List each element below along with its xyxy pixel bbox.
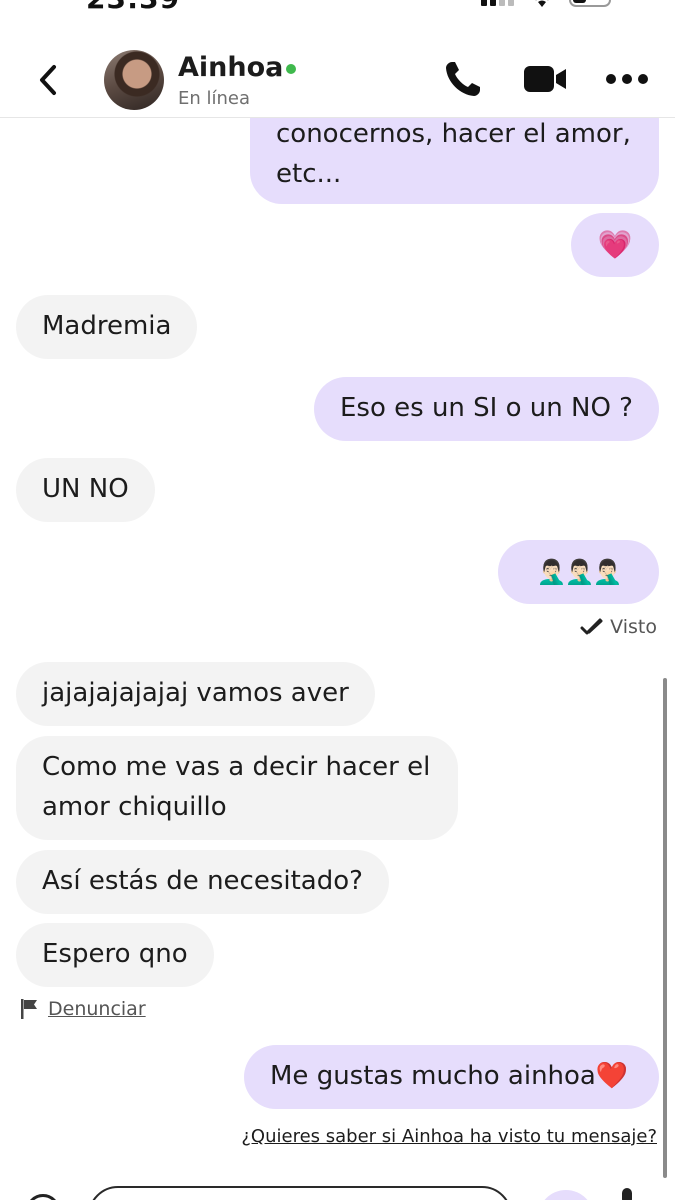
status-icons — [481, 0, 617, 10]
message-input[interactable] — [88, 1186, 512, 1200]
message-bubble-sent[interactable]: 🤦🏻‍♂️🤦🏻‍♂️🤦🏻‍♂️ — [498, 540, 659, 604]
message-bubble-received[interactable]: Espero qno — [16, 923, 214, 987]
message-bubble-received[interactable]: Así estás de necesitado? — [16, 850, 389, 914]
contact-status: En línea — [178, 88, 251, 109]
scrollbar[interactable] — [663, 678, 667, 1178]
message-bubble-received[interactable]: UN NO — [16, 458, 155, 522]
message-bubble-sent[interactable]: conocernos, hacer el amor, etc... — [250, 118, 659, 204]
message-bubble-sent[interactable]: Eso es un SI o un NO ? — [314, 377, 659, 441]
seen-upsell-link[interactable]: ¿Quieres saber si Ainhoa ha visto tu men… — [241, 1126, 657, 1147]
video-camera-icon — [524, 66, 566, 92]
seen-indicator: Visto — [580, 616, 657, 638]
double-check-icon — [580, 618, 603, 635]
report-link[interactable]: Denunciar — [48, 998, 146, 1020]
video-call-button[interactable] — [522, 56, 568, 102]
send-button[interactable] — [538, 1190, 594, 1200]
contact-name[interactable]: Ainhoa — [178, 52, 283, 83]
message-bubble-received[interactable]: jajajajajajaj vamos aver — [16, 662, 375, 726]
flag-icon — [21, 999, 37, 1019]
seen-label: Visto — [610, 616, 657, 638]
emoji-icon[interactable] — [26, 1194, 60, 1200]
battery-icon — [569, 0, 611, 7]
phone-icon — [446, 62, 480, 96]
report-row: Denunciar — [20, 998, 146, 1020]
message-list[interactable]: conocernos, hacer el amor, etc... 💗 Madr… — [0, 118, 675, 1180]
chat-header: Ainhoa En línea — [0, 40, 675, 118]
back-button[interactable] — [30, 60, 66, 100]
signal-icon — [481, 0, 514, 6]
wifi-icon — [535, 0, 549, 7]
more-dots-icon — [606, 74, 648, 84]
more-options-button[interactable] — [604, 56, 650, 102]
message-bubble-received[interactable]: Madremia — [16, 295, 198, 359]
message-bubble-received[interactable]: Como me vas a decir hacer el amor chiqui… — [16, 736, 458, 840]
call-button[interactable] — [440, 56, 486, 102]
status-time: 23:39 — [86, 0, 180, 15]
online-indicator — [286, 64, 296, 74]
microphone-icon[interactable] — [622, 1188, 632, 1200]
composer-bar — [0, 1180, 675, 1200]
message-bubble-sent[interactable]: Me gustas mucho ainhoa❤️ — [244, 1045, 659, 1109]
status-bar: 23:39 — [0, 0, 675, 22]
avatar[interactable] — [104, 50, 164, 110]
message-bubble-sent[interactable]: 💗 — [571, 213, 659, 277]
chevron-left-icon — [40, 65, 56, 95]
